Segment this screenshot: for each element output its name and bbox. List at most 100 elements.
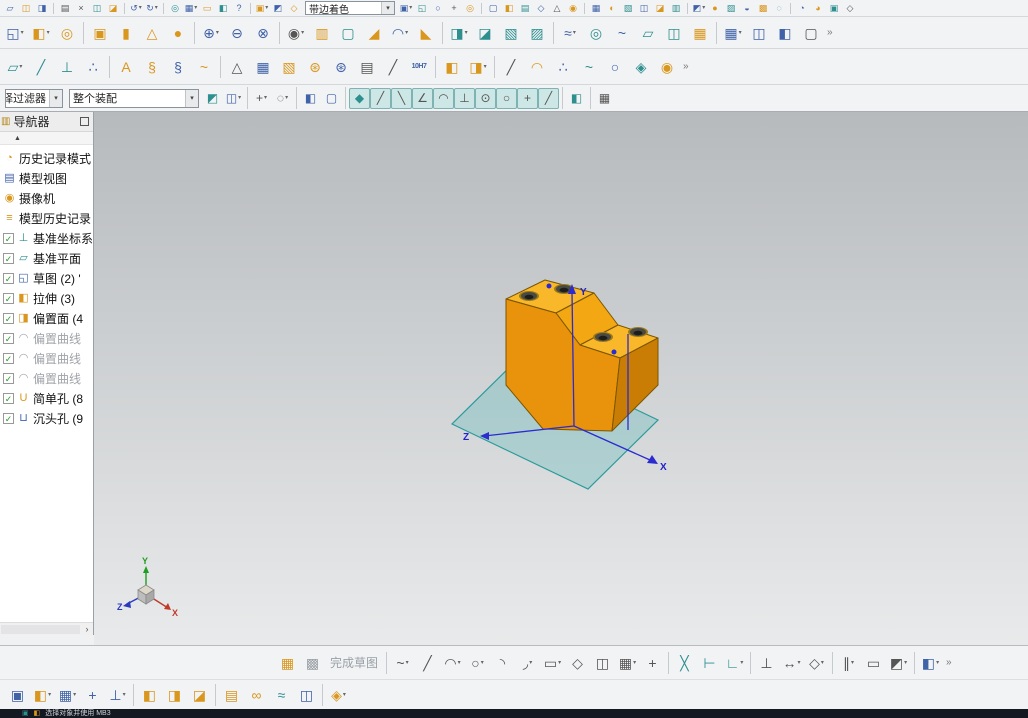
screen-capture-icon[interactable]: ◧ (215, 1, 231, 16)
circle-tool-icon[interactable]: ○ (602, 53, 628, 80)
dropdown-arrow-icon[interactable]: ▾ (458, 660, 461, 666)
component-pattern-icon[interactable]: ▦ ▾ (55, 682, 80, 707)
snap-endpoint-icon[interactable]: ╱ (370, 87, 391, 109)
tree-item-datum-plane[interactable]: ✓ ▱ 基准平面 (0, 248, 93, 268)
dropdown-arrow-icon[interactable]: ▾ (465, 30, 468, 36)
tree-item-offset-face-4[interactable]: ✓ ◨ 偏置面 (4 (0, 308, 93, 328)
dropdown-arrow-icon[interactable]: ▾ (904, 660, 907, 666)
dropdown-arrow-icon[interactable]: ▾ (264, 95, 267, 101)
datum-axis-icon[interactable]: ╱ (28, 53, 54, 80)
law-curve-icon[interactable]: ~ (191, 53, 217, 80)
hscroll-track[interactable] (1, 624, 80, 634)
selection-filter-combo[interactable]: 无选择过滤器▾ (5, 88, 63, 108)
through-curves-icon[interactable]: ~ (609, 19, 635, 46)
dropdown-arrow-icon[interactable]: ▾ (194, 5, 197, 11)
feature-checkbox[interactable]: ✓ (3, 392, 14, 404)
copy-icon[interactable]: ◫ (89, 1, 105, 16)
point-tool-icon[interactable]: ∴ (80, 53, 106, 80)
swept-icon[interactable]: ≈ ▾ (557, 19, 583, 46)
dropdown-arrow-icon[interactable]: ▾ (21, 30, 24, 36)
dropdown-arrow-icon[interactable]: ▾ (265, 5, 268, 11)
circle-icon[interactable]: ○ ▾ (465, 649, 490, 676)
thicken-icon[interactable]: ▦ (687, 19, 713, 46)
component-gold-2-icon[interactable]: ◨ (162, 682, 187, 707)
filter-tool-1-icon[interactable]: ◩ (202, 88, 223, 109)
display-constraints-icon[interactable]: ∥ ▾ (836, 649, 861, 676)
snap-tangent-icon[interactable]: ╱ (538, 87, 559, 109)
interpart-tool-icon[interactable]: ≈ (269, 682, 294, 707)
add-component-icon[interactable]: ◧ ▾ (30, 682, 55, 707)
dropdown-arrow-icon[interactable]: ▾ (343, 692, 346, 698)
dropdown-arrow-icon[interactable]: ▾ (155, 5, 158, 11)
view-tool-18-icon[interactable]: ◩ ▾ (691, 1, 707, 16)
dropdown-arrow-icon[interactable]: ▾ (216, 30, 219, 36)
dropdown-arrow-icon[interactable]: ▾ (47, 30, 50, 36)
move-component-icon[interactable]: + (80, 682, 105, 707)
view-tool-21-icon[interactable]: ◒ (739, 1, 755, 16)
arc-icon[interactable]: ◠ ▾ (440, 649, 465, 676)
dropdown-arrow-icon[interactable]: ▾ (301, 30, 304, 36)
feature-cube-1-icon[interactable]: ◧ (439, 53, 465, 80)
selection-scope-combo[interactable]: 整个装配 ▾ (69, 88, 199, 108)
overflow-chevron-icon[interactable]: » (683, 61, 689, 72)
component-gold-3-icon[interactable]: ◪ (187, 682, 212, 707)
view-tool-22-icon[interactable]: ▩ (755, 1, 771, 16)
finish-sketch-icon[interactable]: ▩ (300, 649, 325, 676)
patch-icon[interactable]: ▧ (498, 19, 524, 46)
offset-curve-icon[interactable]: ◫ (590, 649, 615, 676)
overflow-chevron-icon[interactable]: » (827, 27, 833, 38)
tree-item-sketch-2[interactable]: ✓ ◱ 草图 (2) ' (0, 268, 93, 288)
snap-intersection-icon[interactable]: + (517, 87, 538, 109)
start-module-icon[interactable]: ▣ ▾ (254, 1, 270, 16)
rectangle-icon[interactable]: ▭ ▾ (540, 649, 565, 676)
tree-item-offset-curve-3[interactable]: ✓ ◠ 偏置曲线 (0, 368, 93, 388)
show-wire-icon[interactable]: ▢ (321, 88, 342, 109)
maximize-panel-button[interactable] (80, 117, 89, 126)
view-tool-4-icon[interactable]: + (446, 1, 462, 16)
move-face-icon[interactable]: ◧ (772, 19, 798, 46)
ruled-icon[interactable]: ▱ (635, 19, 661, 46)
dropdown-arrow-icon[interactable]: ▾ (484, 64, 487, 70)
dropdown-arrow-icon[interactable]: ▾ (409, 5, 412, 11)
dropdown-arrow-icon[interactable]: ▾ (529, 660, 532, 666)
touch-mode-icon[interactable]: ▭ (199, 1, 215, 16)
quick-tool-2-icon[interactable]: ◇ (286, 1, 302, 16)
view-tool-2-icon[interactable]: ◱ (414, 1, 430, 16)
window-switch-icon[interactable]: ▦ ▾ (183, 1, 199, 16)
view-tool-13-icon[interactable]: ◐ (604, 1, 620, 16)
lattice-tool-icon[interactable]: ▦ (250, 53, 276, 80)
reference-set-icon[interactable]: ◫ (294, 682, 319, 707)
profile-icon[interactable]: ~ ▾ (390, 649, 415, 676)
dropdown-arrow-icon[interactable]: ▾ (740, 660, 743, 666)
tree-item-offset-curve-2[interactable]: ✓ ◠ 偏置曲线 (0, 348, 93, 368)
feature-checkbox[interactable]: ✓ (3, 292, 14, 304)
status-tool-2-icon[interactable]: ◧ (34, 710, 41, 717)
point-tool-2-icon[interactable]: ∴ (550, 53, 576, 80)
view-tool-27-icon[interactable]: ◇ (842, 1, 858, 16)
chevron-down-icon[interactable]: ▾ (49, 89, 62, 107)
tree-item-offset-curve-1[interactable]: ✓ ◠ 偏置曲线 (0, 328, 93, 348)
slope-tool-icon[interactable]: ╱ (380, 53, 406, 80)
dropdown-arrow-icon[interactable]: ▾ (851, 660, 854, 666)
spring-tool-icon[interactable]: § (165, 53, 191, 80)
navigator-hscrollbar[interactable]: › (0, 622, 93, 635)
hatch-tool-icon[interactable]: ▧ (276, 53, 302, 80)
sketch-icon[interactable]: ◱ ▾ (2, 19, 28, 46)
polygon-icon[interactable]: ◇ (565, 649, 590, 676)
snap-perp-icon[interactable]: ⊥ (454, 87, 475, 109)
sketch-env-icon[interactable]: ▦ (275, 649, 300, 676)
line-icon[interactable]: ╱ (415, 649, 440, 676)
feature-checkbox[interactable]: ✓ (3, 332, 14, 344)
dropdown-arrow-icon[interactable]: ▾ (936, 660, 939, 666)
subtract-icon[interactable]: ⊖ (224, 19, 250, 46)
overflow-chevron-icon[interactable]: » (946, 657, 952, 668)
tree-item-history-mode[interactable]: ◔ 历史记录模式 (0, 148, 93, 168)
datum-csys-icon[interactable]: ⊥ (54, 53, 80, 80)
mirror-feature-icon[interactable]: ◫ (746, 19, 772, 46)
view-tool-1-icon[interactable]: ▣ ▾ (398, 1, 414, 16)
fillet-icon[interactable]: ◞ ▾ (515, 649, 540, 676)
edge-blend-icon[interactable]: ◠ ▾ (387, 19, 413, 46)
dropdown-arrow-icon[interactable]: ▾ (139, 5, 142, 11)
tree-item-model-history[interactable]: ≡ 模型历史记录 (0, 208, 93, 228)
render-style-combo[interactable]: 带边着色 ▾ (305, 1, 395, 15)
